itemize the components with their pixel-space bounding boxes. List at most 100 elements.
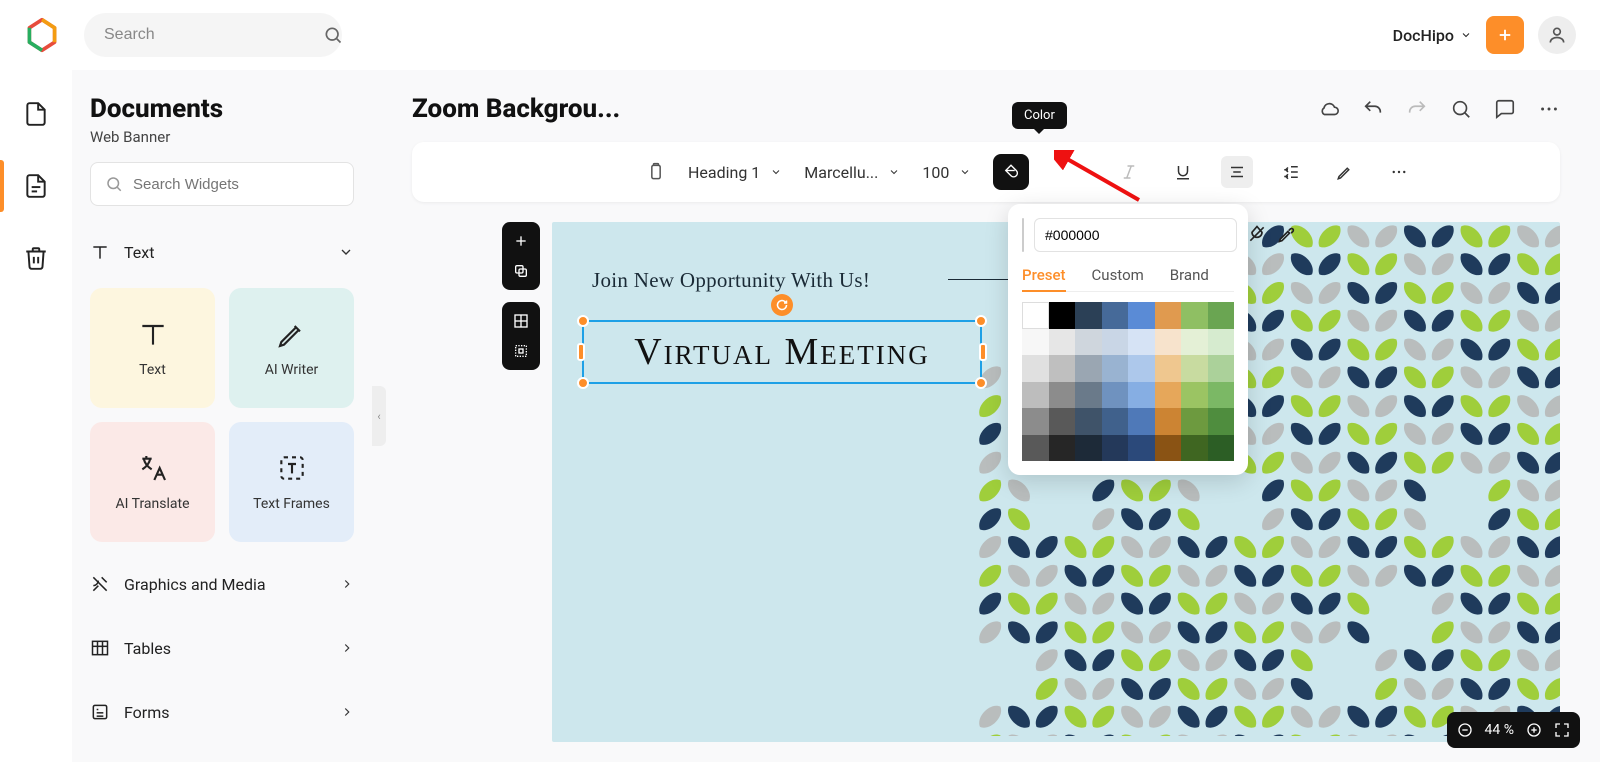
color-swatch[interactable] (1208, 355, 1235, 382)
color-swatch[interactable] (1102, 382, 1129, 409)
underline-button[interactable] (1167, 156, 1199, 188)
document-title[interactable]: Zoom Backgrou... (412, 94, 620, 124)
collapse-panel-handle[interactable]: ‹ (372, 386, 386, 446)
add-element-button[interactable] (508, 228, 534, 254)
section-text[interactable]: Text (90, 230, 354, 274)
color-swatch[interactable] (1075, 435, 1102, 462)
clipboard-button[interactable] (646, 162, 666, 182)
font-dropdown[interactable]: Marcellu... (804, 163, 900, 182)
widget-search-input[interactable] (133, 176, 339, 193)
color-swatch[interactable] (1049, 408, 1076, 435)
color-swatch[interactable] (1155, 355, 1182, 382)
color-swatch[interactable] (1155, 329, 1182, 356)
color-swatch[interactable] (1128, 382, 1155, 409)
color-swatch[interactable] (1181, 382, 1208, 409)
color-swatch[interactable] (1049, 329, 1076, 356)
canvas-subhead[interactable]: Join New Opportunity With Us! (592, 268, 870, 293)
text-color-button[interactable] (993, 154, 1029, 190)
color-swatch[interactable] (1022, 435, 1049, 462)
nav-trash-icon[interactable] (16, 238, 56, 278)
workspace-dropdown[interactable]: DocHipo (1393, 26, 1472, 45)
color-swatch[interactable] (1181, 355, 1208, 382)
rotate-handle[interactable] (771, 294, 793, 316)
color-swatch[interactable] (1208, 408, 1235, 435)
zoom-out-button[interactable] (1457, 722, 1473, 738)
fullscreen-button[interactable] (1554, 722, 1570, 738)
eyedropper-icon[interactable] (1277, 224, 1297, 246)
color-swatch[interactable] (1075, 408, 1102, 435)
cloud-sync-icon[interactable] (1318, 98, 1340, 120)
canvas-headline[interactable]: Virtual Meeting (582, 320, 982, 384)
section-tables[interactable]: Tables (90, 626, 354, 670)
align-button[interactable] (1221, 156, 1253, 188)
zoom-in-button[interactable] (1526, 722, 1542, 738)
color-swatch[interactable] (1208, 329, 1235, 356)
color-swatch[interactable] (1181, 408, 1208, 435)
account-button[interactable] (1538, 16, 1576, 54)
color-swatch[interactable] (1022, 408, 1049, 435)
comments-button[interactable] (1494, 98, 1516, 120)
more-button[interactable] (1538, 98, 1560, 120)
card-ai-translate[interactable]: AI Translate (90, 422, 215, 542)
color-swatch[interactable] (1075, 382, 1102, 409)
tab-preset[interactable]: Preset (1022, 266, 1066, 292)
search-button[interactable] (1450, 98, 1472, 120)
global-search[interactable] (84, 13, 342, 57)
no-color-icon[interactable] (1247, 224, 1267, 246)
hex-input[interactable] (1034, 218, 1237, 252)
color-swatch[interactable] (1208, 302, 1235, 329)
italic-button[interactable] (1113, 156, 1145, 188)
color-swatch[interactable] (1102, 355, 1129, 382)
card-ai-writer[interactable]: AI Writer (229, 288, 354, 408)
redo-button[interactable] (1406, 98, 1428, 120)
color-swatch[interactable] (1022, 302, 1049, 329)
color-swatch[interactable] (1155, 382, 1182, 409)
color-swatch[interactable] (1208, 435, 1235, 462)
color-swatch[interactable] (1128, 435, 1155, 462)
more-tools-button[interactable] (1383, 156, 1415, 188)
card-text[interactable]: Text (90, 288, 215, 408)
color-swatch[interactable] (1022, 355, 1049, 382)
tab-custom[interactable]: Custom (1092, 266, 1144, 292)
line-spacing-button[interactable] (1275, 156, 1307, 188)
section-brand-kits[interactable]: Brand Kits and Themes (90, 754, 354, 762)
color-swatch[interactable] (1128, 408, 1155, 435)
global-search-input[interactable] (104, 26, 311, 44)
card-text-frames[interactable]: Text Frames (229, 422, 354, 542)
color-swatch[interactable] (1181, 435, 1208, 462)
current-color-swatch[interactable] (1022, 218, 1024, 252)
undo-button[interactable] (1362, 98, 1384, 120)
widget-search[interactable] (90, 162, 354, 206)
color-swatch[interactable] (1049, 435, 1076, 462)
color-swatch[interactable] (1075, 329, 1102, 356)
color-swatch[interactable] (1102, 435, 1129, 462)
color-swatch[interactable] (1102, 408, 1129, 435)
color-swatch[interactable] (1102, 302, 1129, 329)
section-graphics[interactable]: Graphics and Media (90, 562, 354, 606)
color-swatch[interactable] (1208, 382, 1235, 409)
section-forms[interactable]: Forms (90, 690, 354, 734)
nav-page-icon[interactable] (16, 166, 56, 206)
color-swatch[interactable] (1075, 302, 1102, 329)
new-document-button[interactable] (1486, 16, 1524, 54)
duplicate-button[interactable] (508, 258, 534, 284)
color-swatch[interactable] (1022, 382, 1049, 409)
color-swatch[interactable] (1075, 355, 1102, 382)
heading-dropdown[interactable]: Heading 1 (688, 163, 782, 182)
layout-grid-button[interactable] (508, 308, 534, 334)
color-swatch[interactable] (1049, 355, 1076, 382)
brand-logo[interactable] (24, 17, 60, 53)
tab-brand[interactable]: Brand (1170, 266, 1209, 292)
color-swatch[interactable] (1155, 302, 1182, 329)
color-swatch[interactable] (1049, 302, 1076, 329)
color-swatch[interactable] (1022, 329, 1049, 356)
color-swatch[interactable] (1128, 302, 1155, 329)
color-swatch[interactable] (1181, 302, 1208, 329)
nav-document-icon[interactable] (16, 94, 56, 134)
color-swatch[interactable] (1155, 408, 1182, 435)
color-swatch[interactable] (1128, 329, 1155, 356)
select-all-button[interactable] (508, 338, 534, 364)
color-swatch[interactable] (1128, 355, 1155, 382)
color-swatch[interactable] (1155, 435, 1182, 462)
fontsize-dropdown[interactable]: 100 (922, 163, 971, 182)
